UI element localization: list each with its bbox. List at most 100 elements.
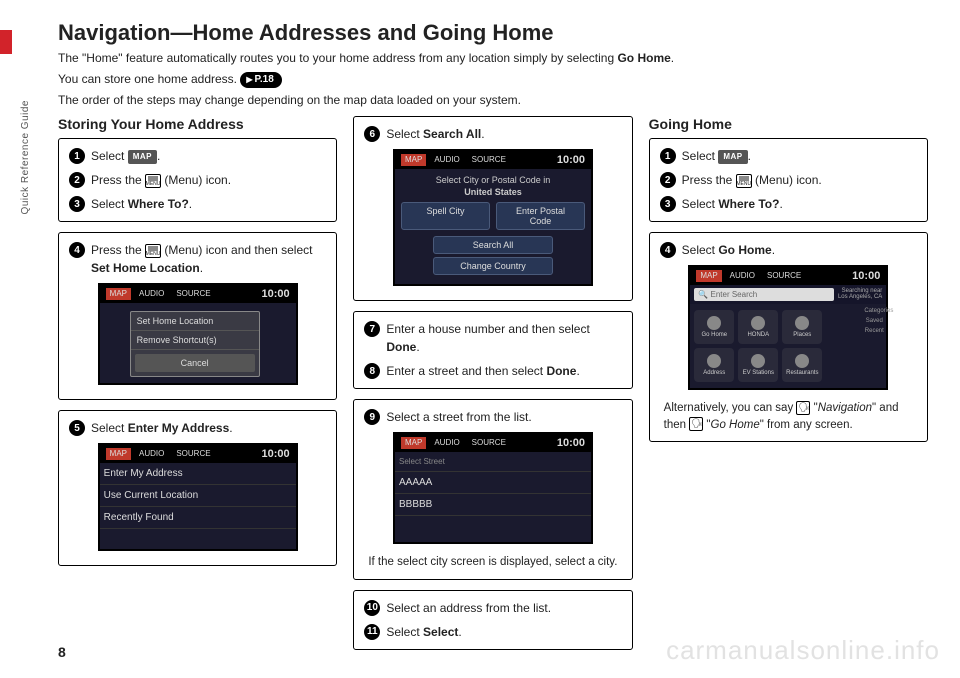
side-label: Quick Reference Guide bbox=[20, 100, 31, 214]
s11a: Select bbox=[386, 625, 423, 639]
box-step-9: 9 Select a street from the list. MAP AUD… bbox=[353, 399, 632, 579]
intro-2a: You can store one home address. bbox=[58, 72, 240, 86]
step-num-5: 5 bbox=[69, 420, 85, 436]
clock: 10:00 bbox=[557, 154, 585, 166]
tab-map: MAP bbox=[401, 154, 426, 166]
menu-icon: MENU bbox=[145, 174, 161, 188]
alt2: " bbox=[810, 402, 817, 414]
voice-icon bbox=[796, 401, 810, 415]
popup-set-home: Set Home Location bbox=[131, 312, 259, 331]
s6b: Search All bbox=[423, 127, 481, 141]
tab-audio: AUDIO bbox=[430, 154, 463, 166]
intro-line-2: You can store one home address. P.18 bbox=[58, 71, 928, 88]
s4c: Set Home Location bbox=[91, 261, 200, 275]
s2b: (Menu) icon. bbox=[161, 173, 231, 187]
row-bbbbb: BBBBB bbox=[395, 494, 591, 516]
step-7-text: Enter a house number and then select Don… bbox=[386, 320, 621, 356]
gh-s3c: . bbox=[779, 197, 782, 211]
s1a: Select bbox=[91, 149, 128, 163]
step-num-9: 9 bbox=[364, 409, 380, 425]
screen-set-home: MAP AUDIO SOURCE 10:00 Set Home Location… bbox=[98, 283, 298, 385]
lbl: Address bbox=[703, 370, 725, 376]
box-steps-7-8: 7 Enter a house number and then select D… bbox=[353, 311, 632, 389]
header-select-street: Select Street bbox=[395, 452, 591, 472]
side-saved: Saved bbox=[864, 318, 884, 324]
page-ref-badge: P.18 bbox=[240, 72, 281, 88]
step-num-11: 11 bbox=[364, 624, 380, 640]
box-going-home-1-3: 1 Select MAP. 2 Press the MENU (Menu) ic… bbox=[649, 138, 928, 222]
gh-s1a: Select bbox=[682, 149, 719, 163]
alt7: " from any screen. bbox=[760, 419, 853, 431]
lbl: Go Home bbox=[701, 332, 727, 338]
step-num-1: 1 bbox=[69, 148, 85, 164]
step-num-4: 4 bbox=[69, 242, 85, 258]
s6c: . bbox=[481, 127, 484, 141]
intro-line-1: The "Home" feature automatically routes … bbox=[58, 50, 928, 67]
s7b: Done bbox=[386, 340, 416, 354]
screen-street-list: MAP AUDIO SOURCE 10:00 Select Street AAA… bbox=[393, 432, 593, 544]
tab-map: MAP bbox=[106, 448, 131, 460]
red-side-tab bbox=[0, 30, 12, 54]
popup-menu: Set Home Location Remove Shortcut(s) Can… bbox=[130, 311, 260, 377]
s4d: . bbox=[200, 261, 203, 275]
box-step-6: 6 Select Search All. MAP AUDIO SOURCE 10… bbox=[353, 116, 632, 301]
icon-go-home: Go Home bbox=[694, 310, 734, 344]
s8a: Enter a street and then select bbox=[386, 364, 546, 378]
tab-source: SOURCE bbox=[468, 154, 510, 166]
step-1-text: Select MAP. bbox=[91, 147, 326, 165]
popup-remove-shortcut: Remove Shortcut(s) bbox=[131, 331, 259, 350]
tab-audio: AUDIO bbox=[135, 288, 168, 300]
menu-icon: MENU bbox=[145, 244, 161, 258]
intro-1c: . bbox=[671, 51, 674, 65]
s1b: . bbox=[157, 149, 160, 163]
menu-icon: MENU bbox=[736, 174, 752, 188]
tab-source: SOURCE bbox=[172, 288, 214, 300]
page-title: Navigation—Home Addresses and Going Home bbox=[58, 20, 928, 46]
alt1: Alternatively, you can say bbox=[664, 402, 797, 414]
icon-honda: HONDA bbox=[738, 310, 778, 344]
intro-1-bold: Go Home bbox=[617, 51, 670, 65]
icon-places: Places bbox=[782, 310, 822, 344]
row-use-current-location: Use Current Location bbox=[100, 485, 296, 507]
tab-source: SOURCE bbox=[468, 437, 510, 449]
side-categories: Categories bbox=[864, 308, 884, 314]
s8c: . bbox=[576, 364, 579, 378]
going-home-heading: Going Home bbox=[649, 116, 928, 132]
loc2: Los Angeles, CA bbox=[838, 294, 882, 300]
gh-s3b: Where To? bbox=[718, 197, 779, 211]
map-button-icon: MAP bbox=[718, 150, 747, 164]
gh-s2a: Press the bbox=[682, 173, 736, 187]
popup-cancel: Cancel bbox=[135, 354, 255, 372]
screen-enter-address: MAP AUDIO SOURCE 10:00 Enter My Address … bbox=[98, 443, 298, 551]
gh-step-4-text: Select Go Home. bbox=[682, 241, 917, 259]
step-num-6: 6 bbox=[364, 126, 380, 142]
step-6-text: Select Search All. bbox=[386, 125, 621, 143]
s7c: . bbox=[416, 340, 419, 354]
btn-spell-city: Spell City bbox=[401, 202, 490, 230]
step-num-7: 7 bbox=[364, 321, 380, 337]
gh-s2b: (Menu) icon. bbox=[752, 173, 822, 187]
icon-ev: EV Stations bbox=[738, 348, 778, 382]
s4a: Press the bbox=[91, 243, 145, 257]
intro-1a: The "Home" feature automatically routes … bbox=[58, 51, 617, 65]
box-going-home-4: 4 Select Go Home. MAP AUDIO SOURCE 10:00 bbox=[649, 232, 928, 441]
select-city-label: Select City or Postal Code in bbox=[401, 175, 585, 185]
voice-icon bbox=[689, 417, 703, 431]
screen-go-home: MAP AUDIO SOURCE 10:00 🔍 Enter Search Se… bbox=[688, 265, 888, 390]
tab-source: SOURCE bbox=[172, 448, 214, 460]
gh-step-num-4: 4 bbox=[660, 242, 676, 258]
step-num-2: 2 bbox=[69, 172, 85, 188]
alt6: Go Home bbox=[711, 419, 760, 431]
s5c: . bbox=[229, 421, 232, 435]
gh-step-num-3: 3 bbox=[660, 196, 676, 212]
map-button-icon: MAP bbox=[128, 150, 157, 164]
intro-line-3: The order of the steps may change depend… bbox=[58, 92, 928, 109]
step-11-text: Select Select. bbox=[386, 623, 621, 641]
row-recently-found: Recently Found bbox=[100, 507, 296, 529]
gh-step-num-2: 2 bbox=[660, 172, 676, 188]
gh-step-num-1: 1 bbox=[660, 148, 676, 164]
clock: 10:00 bbox=[852, 270, 880, 282]
s4b: (Menu) icon and then select bbox=[161, 243, 312, 257]
tab-audio: AUDIO bbox=[726, 270, 759, 282]
screen-search-all: MAP AUDIO SOURCE 10:00 Select City or Po… bbox=[393, 149, 593, 286]
